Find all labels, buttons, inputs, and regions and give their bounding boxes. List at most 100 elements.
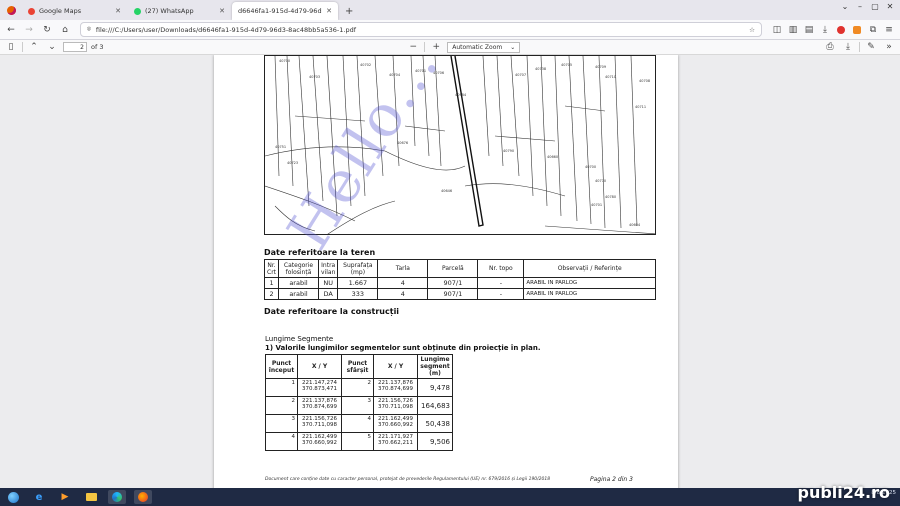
maximize-icon[interactable]: ▢ — [869, 2, 881, 11]
header-xy-end: X / Y — [373, 354, 418, 379]
tab-list-icon[interactable]: ⌄ — [839, 2, 851, 11]
menu-icon[interactable]: ≡ — [882, 23, 896, 37]
previous-page-icon[interactable]: ⌃ — [27, 40, 41, 54]
parcel-label: 40738 — [535, 67, 546, 71]
edge-icon — [112, 492, 122, 502]
taskbar: e ▶ 8/8/2025 publi24.ro — [0, 483, 900, 506]
zoom-in-icon[interactable]: + — [429, 40, 443, 54]
tools-icon[interactable]: » — [882, 40, 896, 54]
back-icon[interactable]: ← — [4, 23, 18, 37]
close-window-icon[interactable]: ✕ — [884, 2, 896, 11]
parcel-label: 40780 — [605, 195, 616, 199]
firefox-icon — [6, 5, 16, 15]
parcel-label: 40705 — [561, 63, 572, 67]
address-bar[interactable]: ⌾ file:///C:/Users/user/Downloads/d6646f… — [80, 22, 762, 37]
taskbar-firefox[interactable] — [134, 490, 152, 504]
table-row: 4 221.162,499 370.660,992 5 221.171,927 37… — [265, 432, 453, 451]
firefox-menu-button[interactable] — [0, 0, 22, 20]
header-punct-inceput: Punct început — [265, 354, 298, 379]
taskbar-media-player[interactable]: ▶ — [56, 490, 74, 504]
downloads-icon[interactable]: ⤓ — [818, 23, 832, 37]
constructii-section-title: Date referitoare la construcții — [264, 307, 400, 316]
parcel-label: 40604 — [629, 223, 641, 227]
parcel-label: 40700 — [585, 165, 596, 169]
parcel-label: 40710 — [605, 75, 616, 79]
save-icon[interactable]: ⤓ — [841, 40, 855, 54]
parcel-label: 40790 — [503, 149, 514, 153]
page-info-icon[interactable]: ⌾ — [87, 25, 91, 34]
new-tab-button[interactable]: + — [339, 2, 359, 20]
header-categorie: Categorie folosință — [278, 259, 320, 278]
taskbar-edge[interactable] — [108, 490, 126, 504]
header-parcela: Parcelă — [427, 259, 479, 278]
page-total: of 3 — [91, 43, 104, 51]
teren-table: Nr. Crt Categorie folosință Intra vilan … — [263, 259, 656, 300]
page-number-input[interactable]: 2 — [63, 42, 87, 52]
start-button[interactable] — [4, 490, 22, 504]
close-icon[interactable]: ✕ — [115, 7, 121, 15]
bookmark-star-icon[interactable]: ☆ — [749, 26, 755, 34]
page-number-label: Pagina 2 din 3 — [590, 476, 633, 483]
parcel-label: 40708 — [639, 79, 650, 83]
firefox-icon — [138, 492, 148, 502]
tab-google-maps[interactable]: Google Maps ✕ — [22, 2, 127, 20]
close-icon[interactable]: ✕ — [326, 7, 332, 15]
header-observatii: Observații / Referințe — [523, 259, 656, 278]
print-icon[interactable]: ⎙ — [823, 40, 837, 54]
reload-icon[interactable]: ↻ — [40, 23, 54, 37]
parcel-label: 40711 — [635, 105, 646, 109]
parcel-label: 40646 — [441, 189, 452, 193]
taskbar-internet-explorer[interactable]: e — [30, 490, 48, 504]
header-suprafata: Suprafața (mp) — [337, 259, 379, 278]
header-lungime: Lungime segment (m) — [417, 354, 453, 379]
page-footer-note: Document care conține date cu caracter p… — [265, 477, 551, 482]
lungime-title: Lungime Segmente — [265, 335, 334, 343]
taskbar-explorer[interactable] — [82, 490, 100, 504]
table-row: 1 arabil NU 1.667 4 907/1 - ARABIL IN PA… — [263, 277, 656, 289]
sidebar-icon[interactable]: ▤ — [802, 23, 816, 37]
parcel-label: 40770 — [595, 179, 606, 183]
lungime-table: Punct început X / Y Punct sfârșit X / Y … — [265, 354, 453, 451]
ie-icon: e — [35, 491, 43, 503]
parcel-label: 40701 — [591, 203, 602, 207]
parcel-label: 40702 — [360, 63, 371, 67]
sidebar-toggle-icon[interactable]: ▯ — [4, 40, 18, 54]
zoom-select[interactable]: Automatic Zoom ⌄ — [447, 41, 521, 53]
extension-shield-icon[interactable] — [850, 23, 864, 37]
parcel-label: 40700 — [279, 59, 290, 63]
parcel-label: 40703 — [309, 75, 320, 79]
extension-red-icon[interactable] — [834, 23, 848, 37]
draw-icon[interactable]: ✎ — [864, 40, 878, 54]
header-intravilan: Intra vilan — [318, 259, 339, 278]
home-icon[interactable]: ⌂ — [58, 23, 72, 37]
lungime-subtitle: 1) Valorile lungimilor segmentelor sunt … — [265, 344, 541, 352]
header-tarla: Tarla — [377, 259, 429, 278]
whatsapp-icon — [134, 7, 141, 15]
close-icon[interactable]: ✕ — [219, 7, 225, 15]
library-icon[interactable]: ▥ — [786, 23, 800, 37]
navigation-bar: ← → ↻ ⌂ ⌾ file:///C:/Users/user/Download… — [0, 20, 900, 40]
main-parcel-label: 40984 — [455, 93, 467, 97]
media-player-icon: ▶ — [61, 492, 69, 502]
tab-whatsapp[interactable]: (27) WhatsApp ✕ — [128, 2, 231, 20]
table-row: 3 221.156,726 370.711,098 4 221.162,499 37… — [265, 414, 453, 433]
extensions-icon[interactable]: ⧉ — [866, 23, 880, 37]
header-nr: Nr. Crt — [263, 259, 280, 278]
chevron-down-icon: ⌄ — [510, 43, 516, 51]
table-row: 2 arabil DA 333 4 907/1 - ARABIL IN PARL… — [263, 288, 656, 300]
forward-icon[interactable]: → — [22, 23, 36, 37]
tab-pdf-document[interactable]: d6646fa1-915d-4d79-96d3-8ac48bb5a ✕ — [232, 2, 338, 20]
windows-icon — [7, 491, 19, 503]
header-nr-topo: Nr. topo — [477, 259, 525, 278]
parcel-label: 40709 — [595, 65, 606, 69]
pocket-icon[interactable]: ◫ — [770, 23, 784, 37]
zoom-out-icon[interactable]: − — [406, 40, 420, 54]
google-maps-icon — [28, 7, 35, 15]
table-row: 1 221.147,274 370.873,471 2 221.137,876 37… — [265, 378, 453, 397]
next-page-icon[interactable]: ⌄ — [45, 40, 59, 54]
pdf-viewer[interactable]: 40700 40703 40702 40701 40704 40706 4070… — [0, 55, 900, 488]
parcel-label: 40660 — [547, 155, 558, 159]
divider — [424, 42, 426, 52]
minimize-icon[interactable]: – — [854, 2, 866, 11]
lungime-heading: Lungime Segmente 1) Valorile lungimilor … — [265, 335, 541, 353]
